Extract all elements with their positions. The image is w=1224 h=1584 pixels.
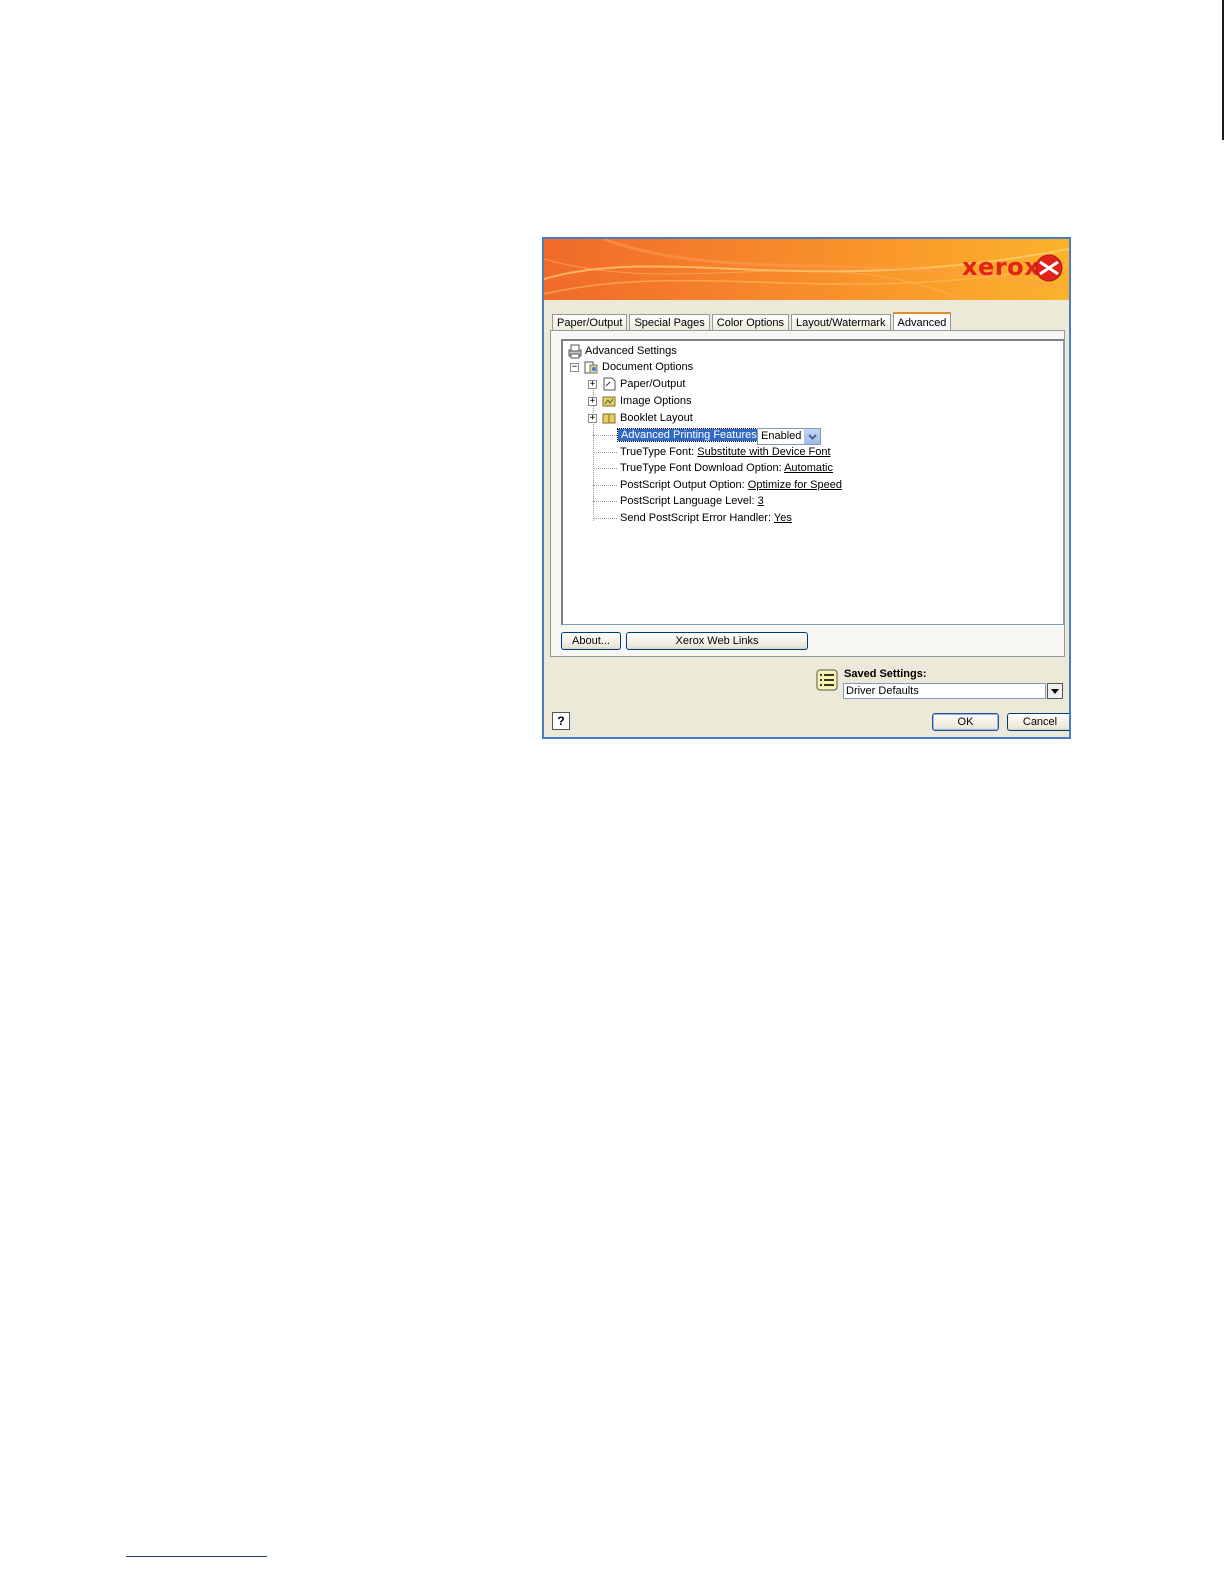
tab-special-pages[interactable]: Special Pages — [629, 314, 710, 331]
tree-connector — [593, 468, 617, 469]
tab-layout-watermark[interactable]: Layout/Watermark — [791, 314, 891, 331]
postscript-output-label: PostScript Output Option: — [620, 479, 745, 491]
truetype-font-label: TrueType Font: — [620, 446, 695, 458]
truetype-download-label: TrueType Font Download Option: — [620, 462, 782, 474]
tree-node-image-options[interactable]: Image Options — [620, 393, 692, 409]
expand-icon[interactable]: + — [588, 414, 597, 423]
paper-output-icon — [601, 376, 617, 392]
chevron-down-icon[interactable] — [804, 429, 820, 444]
expand-icon[interactable]: + — [588, 397, 597, 406]
tree-node-truetype-font[interactable]: TrueType Font: Substitute with Device Fo… — [620, 444, 831, 460]
tab-advanced[interactable]: Advanced — [892, 312, 952, 332]
advanced-printing-features-value: Enabled — [761, 430, 802, 442]
tab-color-options[interactable]: Color Options — [711, 314, 790, 331]
xerox-logo-text: xerox — [962, 253, 1041, 281]
cancel-button[interactable]: Cancel — [1007, 713, 1069, 731]
dropdown-arrow-icon[interactable] — [1047, 683, 1063, 699]
expand-icon[interactable]: + — [588, 380, 597, 389]
tree-node-advanced-printing-features[interactable]: Advanced Printing Features: — [617, 427, 764, 443]
truetype-font-value[interactable]: Substitute with Device Font — [697, 446, 830, 458]
postscript-error-value[interactable]: Yes — [774, 512, 792, 524]
collapse-icon[interactable]: − — [570, 363, 579, 372]
postscript-level-label: PostScript Language Level: — [620, 495, 755, 507]
tree-connector — [593, 485, 617, 486]
advanced-printing-features-select[interactable]: Enabled — [757, 428, 821, 445]
tree-node-advanced-settings[interactable]: Advanced Settings — [585, 343, 677, 359]
tree-node-postscript-level[interactable]: PostScript Language Level: 3 — [620, 493, 764, 509]
booklet-layout-icon — [601, 410, 617, 426]
truetype-download-value[interactable]: Automatic — [784, 462, 833, 474]
tab-bar: Paper/Output Special Pages Color Options… — [552, 311, 953, 332]
tree-node-document-options[interactable]: Document Options — [602, 359, 693, 375]
postscript-error-label: Send PostScript Error Handler: — [620, 512, 772, 524]
footer-rule — [126, 1556, 267, 1557]
postscript-output-value[interactable]: Optimize for Speed — [748, 479, 842, 491]
postscript-level-value[interactable]: 3 — [758, 495, 764, 507]
image-options-icon — [601, 393, 617, 409]
tree-node-truetype-download[interactable]: TrueType Font Download Option: Automatic — [620, 460, 833, 476]
saved-settings-icon — [816, 669, 838, 691]
advanced-tab-panel: Advanced Settings − Document Options + P… — [550, 330, 1065, 657]
tree-connector — [593, 501, 617, 502]
print-properties-dialog: xerox Paper/Output Special Pages Color O… — [542, 237, 1071, 739]
printer-icon — [567, 343, 583, 359]
tree-node-booklet-layout[interactable]: Booklet Layout — [620, 410, 693, 426]
saved-settings-select[interactable]: Driver Defaults — [843, 683, 1046, 699]
about-button[interactable]: About... — [561, 632, 621, 650]
xerox-logo-icon — [1034, 253, 1064, 283]
ok-button[interactable]: OK — [932, 713, 999, 731]
tree-node-postscript-output[interactable]: PostScript Output Option: Optimize for S… — [620, 477, 842, 493]
tree-connector — [593, 435, 617, 436]
tree-connector — [593, 452, 617, 453]
xerox-web-links-button[interactable]: Xerox Web Links — [626, 632, 808, 650]
tree-node-postscript-error-handler[interactable]: Send PostScript Error Handler: Yes — [620, 510, 792, 526]
document-options-icon — [583, 359, 599, 375]
saved-settings-label: Saved Settings: — [844, 668, 927, 680]
help-button[interactable]: ? — [552, 712, 570, 730]
advanced-printing-features-label: Advanced Printing Features: — [617, 428, 764, 442]
tab-paper-output[interactable]: Paper/Output — [552, 314, 628, 331]
tree-connector — [593, 518, 617, 519]
tree-node-paper-output[interactable]: Paper/Output — [620, 376, 685, 392]
advanced-settings-tree[interactable]: Advanced Settings − Document Options + P… — [561, 339, 1064, 625]
